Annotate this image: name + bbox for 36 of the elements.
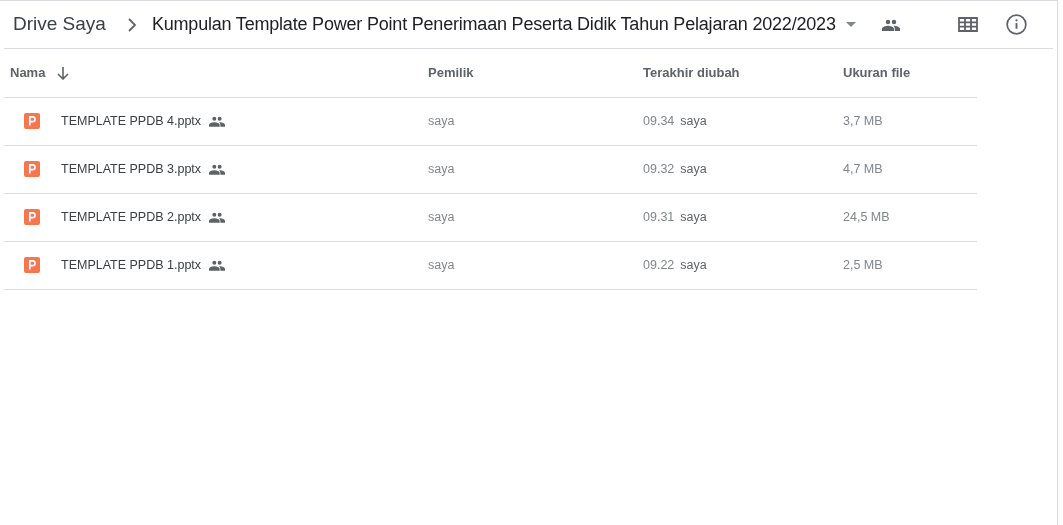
column-header[interactable]: Nama (10, 63, 46, 83)
file-size: 3,7 MB (843, 114, 883, 129)
modified-by: saya (680, 113, 707, 131)
column-header[interactable]: Terakhir diubah (643, 63, 740, 83)
modified-by: saya (680, 257, 707, 275)
file-name[interactable]: TEMPLATE PPDB 4.pptx (61, 111, 202, 131)
dropdown-icon[interactable] (845, 22, 856, 27)
owner-text: saya (428, 210, 455, 225)
sort-arrow-icon[interactable] (57, 66, 70, 80)
breadcrumb-link[interactable]: Drive Saya (13, 10, 106, 39)
owner-text: saya (428, 258, 455, 273)
modified-by: saya (680, 161, 707, 179)
modified-by: saya (680, 209, 707, 227)
modified-time: 09.22 (643, 257, 675, 275)
people-icon[interactable] (881, 18, 900, 31)
column-header[interactable]: Ukuran file (843, 63, 911, 83)
chevron-right-icon (125, 17, 138, 32)
owner-text: saya (428, 114, 455, 129)
slides-file-icon (24, 161, 40, 177)
file-name[interactable]: TEMPLATE PPDB 2.pptx (61, 207, 202, 227)
grid-view-icon[interactable] (958, 17, 978, 32)
slides-file-icon (24, 113, 40, 129)
modified-time: 09.32 (643, 161, 675, 179)
column-header[interactable]: Pemilik (428, 63, 474, 83)
file-size: 2,5 MB (843, 258, 883, 273)
modified-time: 09.31 (643, 209, 675, 227)
info-icon[interactable] (1006, 14, 1027, 35)
folder-title[interactable]: Kumpulan Template Power Point Penerimaan Peserta Didik Tahun Pelajaran 2022/2023 (151, 11, 836, 38)
file-name[interactable]: TEMPLATE PPDB 3.pptx (61, 159, 202, 179)
file-size: 24,5 MB (843, 210, 890, 225)
slides-file-icon (24, 209, 40, 225)
slides-file-icon (24, 257, 40, 273)
file-size: 4,7 MB (843, 162, 883, 177)
modified-time: 09.34 (643, 113, 675, 131)
file-name[interactable]: TEMPLATE PPDB 1.pptx (61, 255, 202, 275)
owner-text: saya (428, 162, 455, 177)
